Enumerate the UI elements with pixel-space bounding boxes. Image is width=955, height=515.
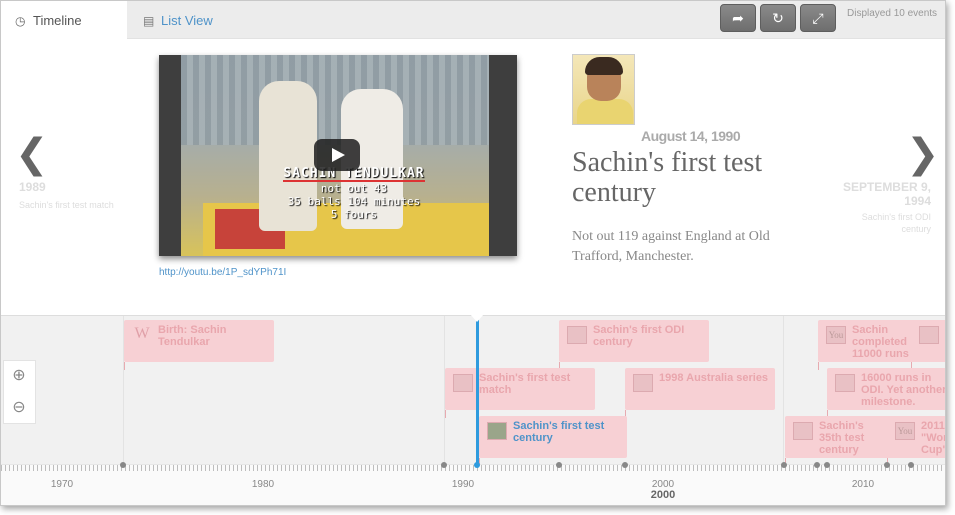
flag-label: 1998 Australia series xyxy=(659,372,769,384)
tab-bar: ◷Timeline View ▤ List View ➦ ↻ ⤢ Displaye… xyxy=(1,1,945,68)
flag-label: Sachin's first ODI century xyxy=(593,324,685,348)
youtube-icon: You xyxy=(826,326,846,344)
time-axis[interactable]: 1970 1980 1990 2000 2010 2000 xyxy=(1,462,945,505)
video-crowd xyxy=(181,55,489,145)
event-dot-active[interactable] xyxy=(474,462,480,468)
timeline-flag-16000-runs[interactable]: 16000 runs in ODI. Yet another milestone… xyxy=(827,368,946,418)
image-icon xyxy=(453,374,473,392)
image-icon xyxy=(633,374,653,392)
timeline-flag-first-odi-century[interactable]: Sachin's first ODI century xyxy=(559,320,709,370)
event-description: Not out 119 against England at Old Traff… xyxy=(572,229,770,264)
next-event-date[interactable]: SEPTEMBER 9, 1994 xyxy=(831,180,931,208)
event-title: Sachin's first test century xyxy=(572,147,763,208)
event-dot[interactable] xyxy=(824,462,830,468)
image-icon xyxy=(487,422,507,440)
youtube-icon: You xyxy=(895,422,915,440)
gridline xyxy=(783,316,784,464)
event-dot[interactable] xyxy=(814,462,820,468)
event-dot[interactable] xyxy=(120,462,126,468)
flag-label: Sachin's first test match xyxy=(479,372,571,396)
image-icon xyxy=(567,326,587,344)
wikipedia-icon: W xyxy=(134,325,150,342)
video-player[interactable]: SACHIN TENDULKAR not out 43 35 balls 104… xyxy=(159,55,517,256)
timeline-navigator[interactable]: ⊕ ⊖ W Birth: Sachin Tendulkar Sachin's f… xyxy=(1,314,946,505)
event-dot[interactable] xyxy=(908,462,914,468)
timeline-flag-11000-runs[interactable]: You Sachin completed 11000 runs in test … xyxy=(818,320,918,370)
clock-icon: ◷ xyxy=(15,14,26,28)
refresh-button[interactable]: ↻ xyxy=(760,4,796,32)
next-arrow-icon[interactable]: ❯ xyxy=(906,131,940,177)
previous-arrow-icon[interactable]: ❮ xyxy=(15,131,49,177)
video-caption-line: not out 43 xyxy=(320,182,388,195)
timeline-flag-1998-australia[interactable]: 1998 Australia series xyxy=(625,368,775,418)
timeline-flag-first-test-century[interactable]: Sachin's first test century xyxy=(479,416,627,466)
share-button[interactable]: ➦ xyxy=(720,4,756,32)
event-slider: ❮ 1989 Sachin's first test match SACHIN … xyxy=(1,39,945,315)
refresh-icon: ↻ xyxy=(772,10,784,26)
video-link[interactable]: http://youtu.be/1P_sdYPh71I xyxy=(159,267,286,278)
video-caption-line: 5 fours xyxy=(330,208,378,221)
event-dot[interactable] xyxy=(622,462,628,468)
next-event-title[interactable]: Sachin's first ODI century xyxy=(831,211,931,235)
image-icon xyxy=(835,374,855,392)
axis-ticks xyxy=(1,465,945,471)
share-arrow-icon: ➦ xyxy=(732,10,744,26)
video-caption-line: 35 balls 104 minutes xyxy=(287,195,421,208)
flag-label: Sachin completed 11000 runs in test cric… xyxy=(852,324,909,360)
axis-year-label: 1970 xyxy=(50,479,74,490)
fullscreen-button[interactable]: ⤢ xyxy=(800,4,836,32)
timeline-widget: ◷Timeline View ▤ List View ➦ ↻ ⤢ Displaye… xyxy=(0,0,946,506)
event-dot[interactable] xyxy=(441,462,447,468)
flag-label: 2011 "World Cup" xyxy=(921,420,946,456)
event-date: August 14, 1990 xyxy=(641,128,741,144)
marker-notch xyxy=(470,314,484,322)
timeline-flag-birth[interactable]: W Birth: Sachin Tendulkar xyxy=(124,320,274,370)
timeline-flag-first-test-match[interactable]: Sachin's first test match xyxy=(445,368,595,418)
tab-list-view[interactable]: ▤ List View xyxy=(129,1,227,39)
thumb-shirt xyxy=(577,99,633,124)
axis-year-label: 1980 xyxy=(251,479,275,490)
axis-highlight-year: 2000 xyxy=(650,489,676,501)
prev-event-title[interactable]: Sachin's first test match xyxy=(19,199,119,211)
image-icon xyxy=(919,326,939,344)
current-time-marker[interactable] xyxy=(476,316,479,470)
video-caption: SACHIN TENDULKAR not out 43 35 balls 104… xyxy=(279,167,429,221)
event-dot[interactable] xyxy=(781,462,787,468)
timeline-flag[interactable] xyxy=(911,320,945,370)
tab-timeline-view[interactable]: ◷Timeline View xyxy=(1,1,127,68)
flag-label: Sachin's 35th test century xyxy=(819,420,865,456)
tab-list-label: List View xyxy=(161,13,213,28)
timeline-flag-35th-test-century[interactable]: Sachin's 35th test century xyxy=(785,416,890,466)
expand-icon: ⤢ xyxy=(812,10,824,26)
axis-year-label: 2010 xyxy=(851,479,875,490)
image-icon xyxy=(793,422,813,440)
event-dot[interactable] xyxy=(556,462,562,468)
flag-label: Sachin's first test century xyxy=(513,420,605,444)
list-icon: ▤ xyxy=(143,14,155,28)
thumb-hair xyxy=(585,57,623,75)
axis-year-label: 1990 xyxy=(451,479,475,490)
zoom-in-icon[interactable]: ⊕ xyxy=(5,362,33,390)
flag-label: Birth: Sachin Tendulkar xyxy=(158,324,227,348)
zoom-out-icon[interactable]: ⊖ xyxy=(5,394,33,422)
timeline-flag-2011-world-cup[interactable]: You 2011 "World Cup" xyxy=(887,416,946,466)
event-dot[interactable] xyxy=(884,462,890,468)
prev-event-date[interactable]: 1989 xyxy=(19,180,46,194)
displayed-count: Displayed 10 events xyxy=(847,8,938,19)
flag-label: 16000 runs in ODI. Yet another milestone… xyxy=(861,372,946,408)
event-thumbnail xyxy=(572,54,635,125)
play-icon[interactable] xyxy=(314,139,360,171)
